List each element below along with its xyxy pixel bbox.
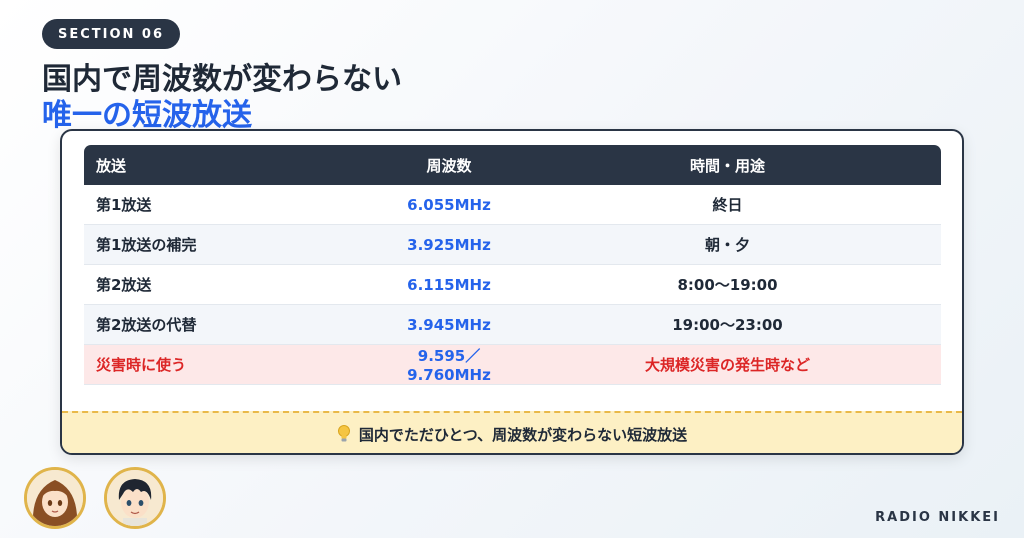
table-header: 放送 周波数 時間・用途 [84,145,941,185]
header-broadcast: 放送 [96,156,127,175]
table-row-emergency: 災害時に使う 9.595／9.760MHz 大規模災害の発生時など [84,345,941,385]
table-row: 第2放送の代替 3.945MHz 19:00〜23:00 [84,305,941,345]
frequency-card: 放送 周波数 時間・用途 第1放送 6.055MHz 終日 第1放送の補完 3.… [60,129,964,455]
table-row: 第1放送 6.055MHz 終日 [84,185,941,225]
cell-broadcast: 第1放送の補完 [96,236,197,254]
section-badge: SECTION 06 [42,19,180,49]
frequency-table: 放送 周波数 時間・用途 第1放送 6.055MHz 終日 第1放送の補完 3.… [84,145,941,385]
header-time: 時間・用途 [689,156,765,175]
header-frequency: 周波数 [426,156,472,175]
cell-frequency: 6.115MHz [407,275,491,294]
cell-broadcast: 第2放送 [96,276,152,294]
cell-frequency: 9.595／9.760MHz [407,347,491,384]
note-banner: 国内でただひとつ、周波数が変わらない短波放送 [62,411,962,453]
cell-time: 8:00〜19:00 [677,276,778,294]
brand-name: RADIO NIKKEI [875,510,1000,525]
cell-frequency: 6.055MHz [407,195,491,214]
cell-broadcast: 第2放送の代替 [96,316,197,334]
table-row: 第2放送 6.115MHz 8:00〜19:00 [84,265,941,305]
girl-avatar [24,467,86,529]
cell-broadcast: 災害時に使う [96,356,187,374]
cell-frequency: 3.925MHz [407,235,491,254]
lightbulb-icon [337,425,350,442]
cell-frequency: 3.945MHz [407,315,491,334]
cell-time: 朝・夕 [704,236,750,254]
page-subtitle: 唯一の短波放送 [42,98,252,133]
cell-time: 19:00〜23:00 [672,316,783,334]
cell-time: 大規模災害の発生時など [644,356,810,374]
cell-time: 終日 [712,196,743,214]
boy-avatar [104,467,166,529]
note-text: 国内でただひとつ、周波数が変わらない短波放送 [358,425,688,444]
table-row: 第1放送の補完 3.925MHz 朝・夕 [84,225,941,265]
cell-broadcast: 第1放送 [96,196,152,214]
